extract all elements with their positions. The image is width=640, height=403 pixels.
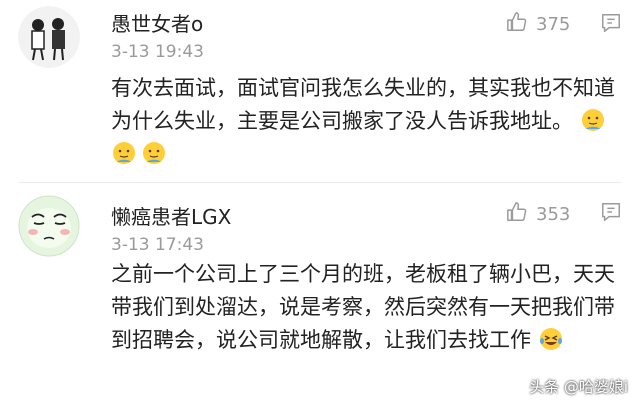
comment-item: 愚世女者o 3-13 19:43 375 有次去面试，面试官问我怎么失业的，其实… bbox=[0, 0, 640, 182]
reply-bubble-icon[interactable] bbox=[600, 12, 622, 38]
watermark: 头条 @哈婆娘i bbox=[529, 378, 628, 396]
comment-content: 之前一个公司上了三个月的班，老板租了辆小巴，天天带我们到处溜达，说是考察，然后突… bbox=[111, 258, 623, 357]
like-button[interactable]: 375 bbox=[506, 11, 570, 37]
comment-timestamp: 3-13 19:43 bbox=[111, 42, 204, 62]
laughing-tears-emoji bbox=[539, 328, 562, 350]
avatar-image bbox=[18, 6, 80, 68]
sweat-smile-emoji bbox=[113, 142, 135, 164]
username[interactable]: 愚世女者o bbox=[111, 8, 203, 37]
comment-timestamp: 3-13 17:43 bbox=[111, 235, 204, 255]
username[interactable]: 懒癌患者LGX bbox=[111, 201, 231, 230]
avatar[interactable] bbox=[18, 195, 80, 257]
thumbs-up-icon bbox=[506, 11, 528, 37]
like-count: 353 bbox=[536, 203, 571, 225]
comment-item: 懒癌患者LGX 3-13 17:43 353 之前一个公司上了三个月的班，老板租… bbox=[0, 183, 640, 403]
like-button[interactable]: 353 bbox=[506, 201, 570, 227]
sweat-smile-emoji bbox=[143, 142, 165, 164]
avatar[interactable] bbox=[18, 6, 80, 68]
sweat-smile-emoji bbox=[581, 109, 604, 131]
avatar-image bbox=[18, 195, 80, 257]
comment-content: 有次去面试，面试官问我怎么失业的，其实我也不知道为什么失业，主要是公司搬家了没人… bbox=[111, 72, 623, 171]
thumbs-up-icon bbox=[506, 201, 528, 227]
like-count: 375 bbox=[536, 13, 571, 35]
comment-text: 有次去面试，面试官问我怎么失业的，其实我也不知道为什么失业，主要是公司搬家了没人… bbox=[111, 76, 615, 133]
reply-bubble-icon[interactable] bbox=[600, 201, 622, 227]
